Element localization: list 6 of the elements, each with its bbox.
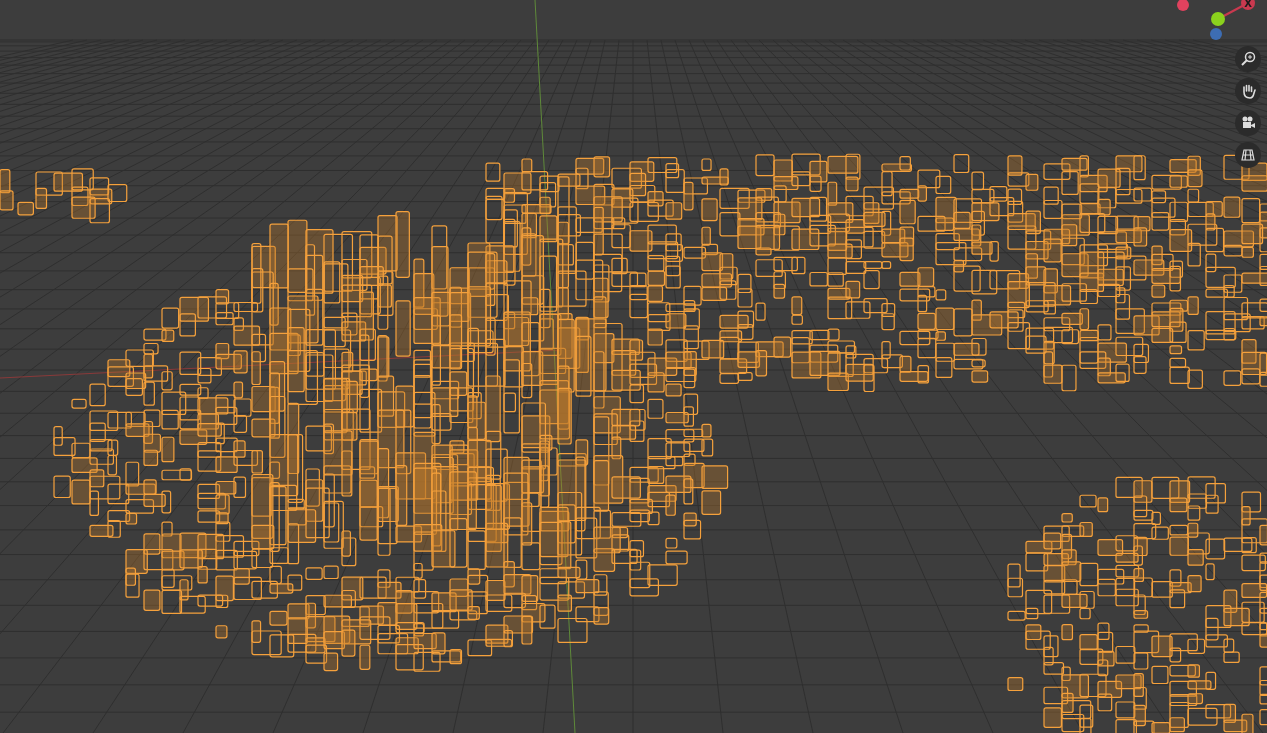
hand-icon[interactable] [1235, 78, 1261, 104]
camera-icon[interactable] [1235, 110, 1261, 136]
zoom-icon[interactable] [1235, 46, 1261, 72]
axis-dot[interactable] [1210, 28, 1222, 40]
grid-icon[interactable] [1235, 142, 1261, 168]
axis-dot[interactable] [1211, 12, 1225, 26]
